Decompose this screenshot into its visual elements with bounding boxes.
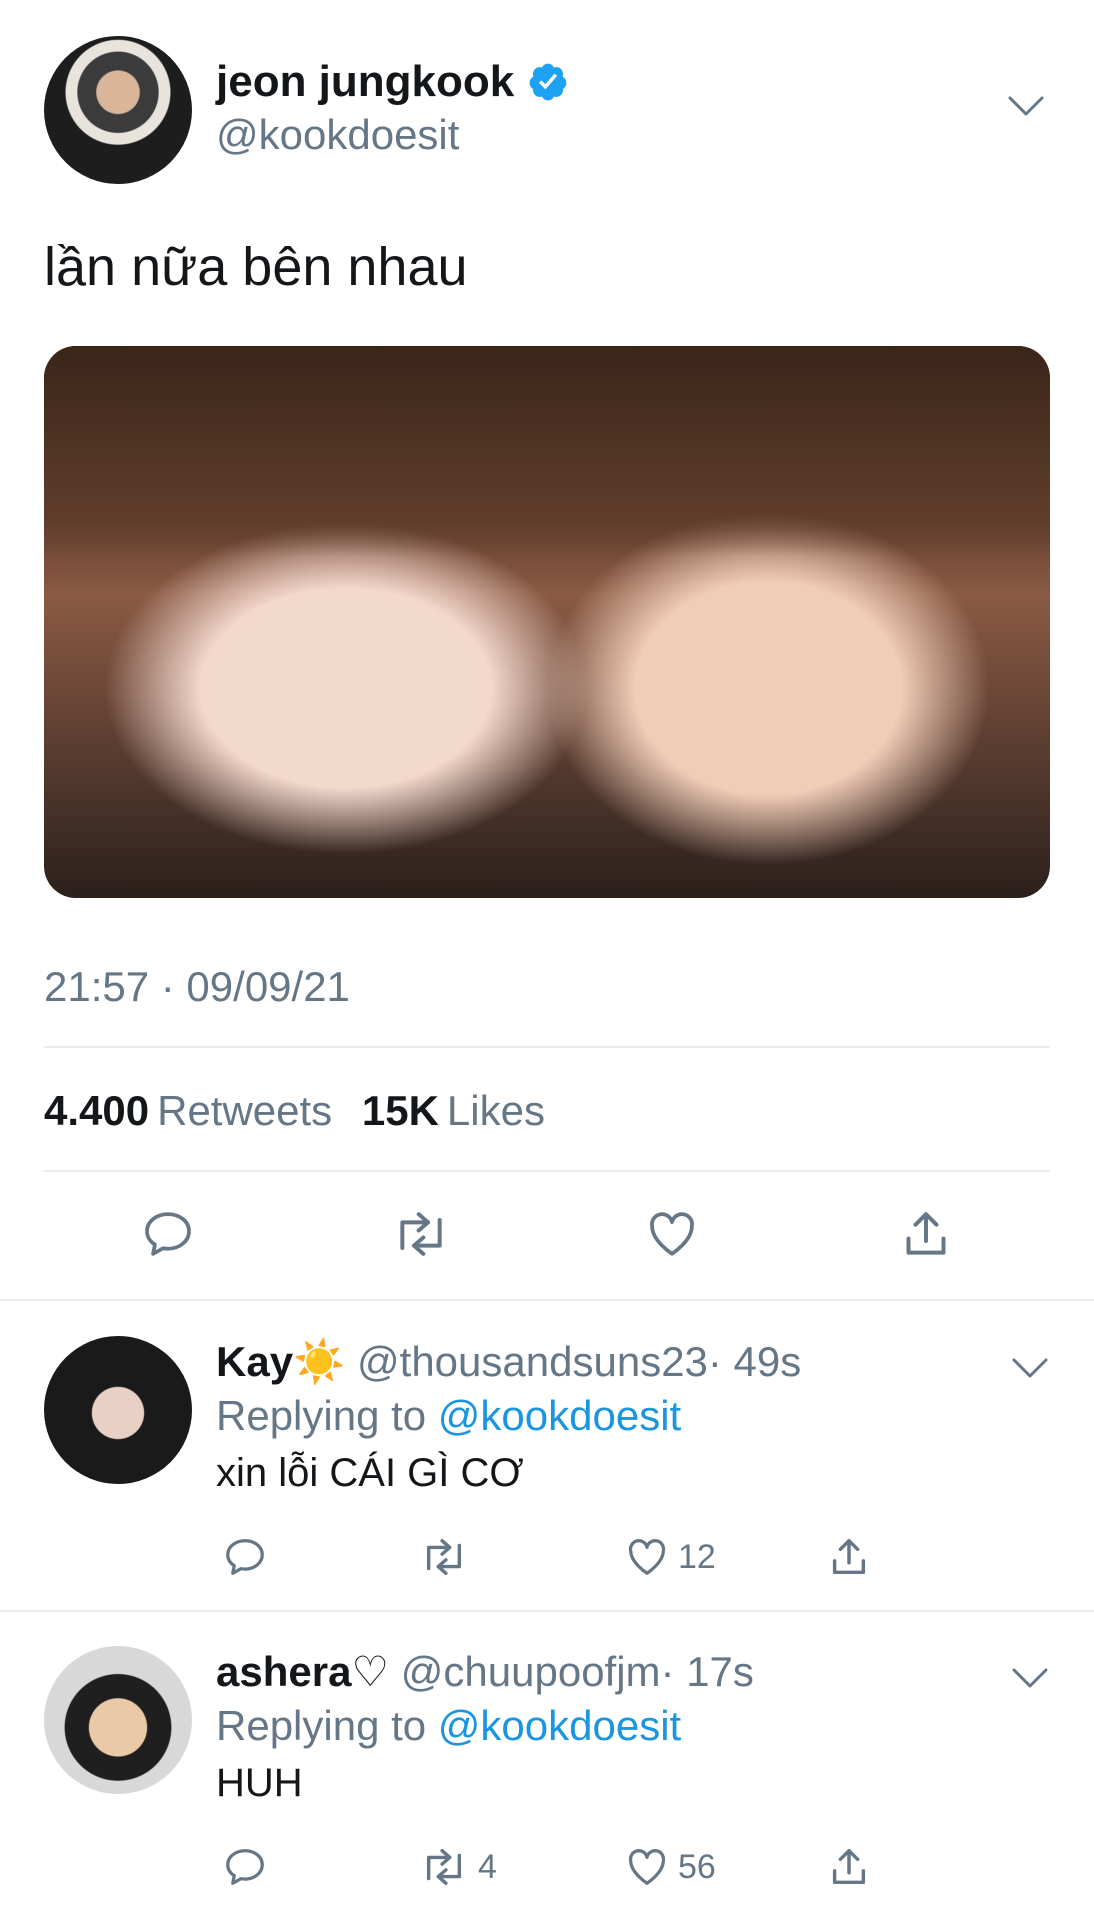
tweet-actions bbox=[0, 1206, 1094, 1266]
share-icon bbox=[906, 1212, 946, 1255]
retweet-button[interactable] bbox=[390, 1206, 452, 1262]
reply-avatar[interactable] bbox=[44, 1646, 192, 1794]
reply-button[interactable] bbox=[222, 1844, 268, 1890]
replying-to-mention[interactable]: @kookdoesit bbox=[438, 1702, 681, 1749]
retweet-button[interactable] bbox=[418, 1534, 478, 1580]
reply-handle[interactable]: @chuupoofjm bbox=[401, 1648, 661, 1695]
retweet-icon bbox=[426, 1848, 462, 1886]
reply-body: Kay☀️ @thousandsuns23· 49s Replying to @… bbox=[216, 1336, 1016, 1502]
share-icon bbox=[832, 1538, 866, 1575]
reply-button[interactable] bbox=[222, 1534, 268, 1580]
share-button[interactable] bbox=[826, 1844, 872, 1890]
like-button[interactable] bbox=[644, 1206, 700, 1262]
reply-author-line: ashera♡ @chuupoofjm· 17s bbox=[216, 1646, 1016, 1698]
retweet-count: 4 bbox=[478, 1847, 497, 1886]
reply-actions: 4 56 bbox=[0, 1844, 1094, 1894]
replying-to-line: Replying to @kookdoesit bbox=[216, 1388, 1016, 1444]
reply-time: · 17s bbox=[660, 1648, 754, 1695]
divider bbox=[0, 1610, 1094, 1612]
replying-to-line: Replying to @kookdoesit bbox=[216, 1698, 1016, 1754]
tweet-photo[interactable] bbox=[44, 346, 1050, 898]
reply-text: HUH bbox=[216, 1761, 303, 1805]
like-count: 12 bbox=[678, 1537, 716, 1576]
like-icon bbox=[628, 1539, 666, 1575]
reply-icon bbox=[226, 1539, 264, 1575]
reply-author-line: Kay☀️ @thousandsuns23· 49s bbox=[216, 1336, 1016, 1388]
reply-handle[interactable]: @thousandsuns23 bbox=[357, 1338, 708, 1385]
retweet-icon bbox=[400, 1212, 442, 1256]
like-count: 56 bbox=[678, 1847, 716, 1886]
reply-icon bbox=[145, 1212, 191, 1256]
likes-count: 15K bbox=[361, 1087, 439, 1134]
reply-display-name[interactable]: Kay☀️ bbox=[216, 1338, 345, 1385]
reply-body: ashera♡ @chuupoofjm· 17s Replying to @ko… bbox=[216, 1646, 1016, 1812]
reply-button[interactable] bbox=[140, 1206, 196, 1262]
divider bbox=[0, 1299, 1094, 1301]
retweet-button[interactable]: 4 bbox=[418, 1844, 497, 1890]
replying-to-label: Replying to bbox=[216, 1392, 427, 1439]
tweet-stats: 4.400 Retweets 15K Likes bbox=[44, 1084, 563, 1138]
like-button[interactable]: 12 bbox=[624, 1534, 716, 1580]
retweets-label: Retweets bbox=[157, 1087, 333, 1134]
share-icon bbox=[832, 1848, 866, 1885]
like-icon bbox=[628, 1849, 666, 1885]
likes-label: Likes bbox=[446, 1087, 545, 1134]
retweets-stat[interactable]: 4.400 Retweets bbox=[44, 1087, 362, 1134]
reply-tweet[interactable]: ashera♡ @chuupoofjm· 17s Replying to @ko… bbox=[0, 1646, 1094, 1920]
tweet-text: lần nữa bên nhau bbox=[44, 237, 468, 297]
likes-stat[interactable]: 15K Likes bbox=[362, 1087, 563, 1134]
chevron-down-icon[interactable] bbox=[1010, 1666, 1050, 1690]
author-avatar[interactable] bbox=[44, 36, 192, 184]
like-icon bbox=[650, 1212, 694, 1256]
share-button[interactable] bbox=[898, 1206, 954, 1262]
author-names: jeon jungkook @kookdoesit bbox=[216, 56, 569, 162]
tweet-header: jeon jungkook @kookdoesit bbox=[44, 36, 1050, 186]
divider bbox=[44, 1170, 1050, 1172]
replying-to-mention[interactable]: @kookdoesit bbox=[438, 1392, 681, 1439]
author-display-name[interactable]: jeon jungkook bbox=[216, 56, 514, 108]
reply-time: · 49s bbox=[707, 1338, 802, 1385]
author-handle[interactable]: @kookdoesit bbox=[216, 108, 569, 162]
photo-content bbox=[44, 346, 1050, 556]
reply-actions: 12 bbox=[0, 1534, 1094, 1584]
replying-to-label: Replying to bbox=[216, 1702, 427, 1749]
chevron-down-icon[interactable] bbox=[1010, 1356, 1050, 1380]
retweet-icon bbox=[426, 1538, 462, 1576]
reply-display-name[interactable]: ashera♡ bbox=[216, 1648, 389, 1695]
verified-badge-icon bbox=[529, 63, 567, 101]
tweet-detail-page: jeon jungkook @kookdoesit lần nữa bên nh… bbox=[0, 0, 1094, 1920]
like-button[interactable]: 56 bbox=[624, 1844, 716, 1890]
tweet-timestamp[interactable]: 21:57 · 09/09/21 bbox=[44, 960, 350, 1014]
reply-tweet[interactable]: Kay☀️ @thousandsuns23· 49s Replying to @… bbox=[0, 1336, 1094, 1606]
share-button[interactable] bbox=[826, 1534, 872, 1580]
reply-icon bbox=[226, 1849, 264, 1885]
reply-avatar[interactable] bbox=[44, 1336, 192, 1484]
retweets-count: 4.400 bbox=[44, 1087, 150, 1134]
divider bbox=[44, 1046, 1050, 1048]
chevron-down-icon[interactable] bbox=[1006, 94, 1046, 118]
reply-text: xin lỗi CÁI GÌ CƠ bbox=[216, 1451, 524, 1495]
